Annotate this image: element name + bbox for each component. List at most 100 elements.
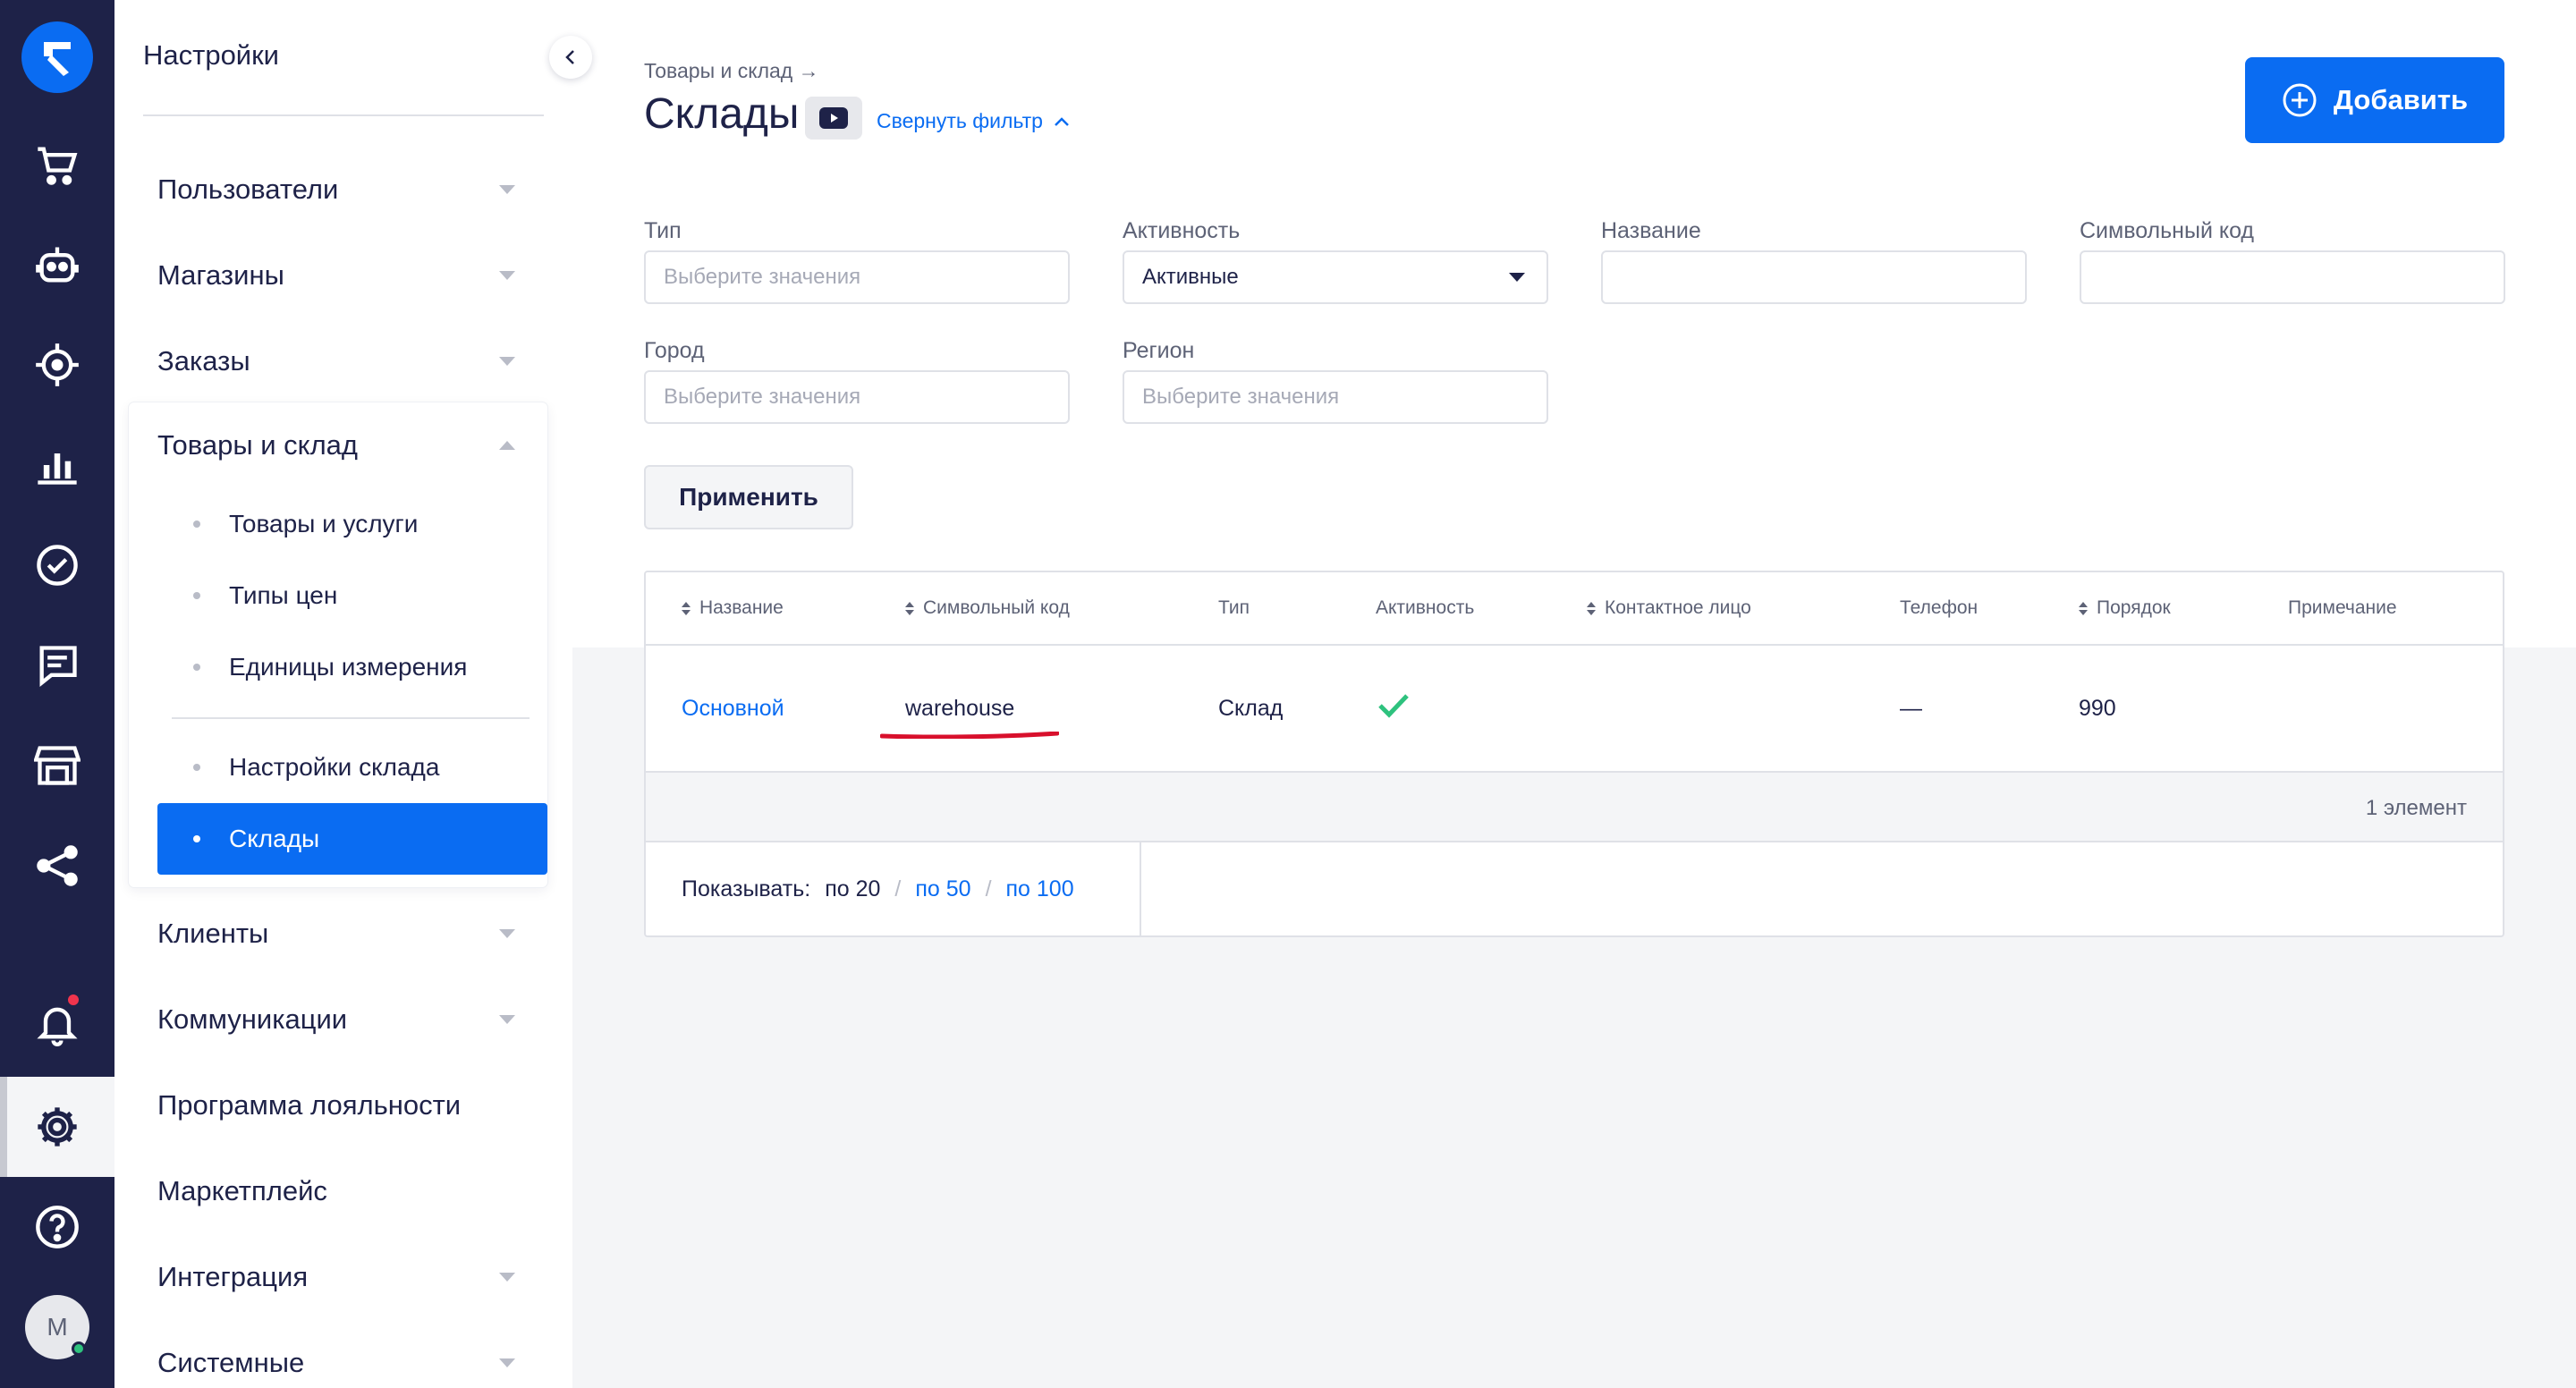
sort-icon xyxy=(1587,601,1596,615)
gear-icon[interactable] xyxy=(0,1077,114,1177)
warehouse-type: Склад xyxy=(1218,696,1284,721)
separator: / xyxy=(894,876,902,901)
bullet-icon xyxy=(193,835,200,842)
sidebar-item-label: Коммуникации xyxy=(157,1003,348,1035)
warehouse-code: warehouse xyxy=(905,696,1015,721)
sidebar-subitem-warehouses[interactable]: Склады xyxy=(157,803,547,875)
sidebar-item-system[interactable]: Системные xyxy=(157,1320,515,1388)
online-status-dot xyxy=(72,1341,86,1356)
sidebar-item-goods[interactable]: Товары и склад xyxy=(157,402,515,488)
filter-name-input[interactable] xyxy=(1601,250,2027,304)
sidebar-subitem-products[interactable]: Товары и услуги xyxy=(157,488,544,560)
chevron-left-icon xyxy=(565,50,574,64)
robot-icon[interactable] xyxy=(0,215,114,315)
breadcrumb[interactable]: Товары и склад → xyxy=(644,59,819,83)
filter-type-input[interactable]: Выберите значения xyxy=(644,250,1070,304)
notification-dot xyxy=(66,993,80,1007)
column-header-contact[interactable]: Контактное лицо xyxy=(1587,597,1751,619)
store-icon[interactable] xyxy=(0,715,114,816)
warehouse-phone: — xyxy=(1900,696,1922,721)
page-size-100-link[interactable]: по 100 xyxy=(1006,876,1074,902)
sidebar-subitem-warehouse-settings[interactable]: Настройки склада xyxy=(157,732,544,803)
sidebar-item-integration[interactable]: Интеграция xyxy=(157,1234,515,1320)
sidebar-subitem-label: Товары и услуги xyxy=(229,510,419,537)
column-header-name[interactable]: Название xyxy=(682,597,784,619)
sidebar-item-label: Пользователи xyxy=(157,174,339,205)
analytics-icon[interactable] xyxy=(0,415,114,515)
filter-region-input[interactable]: Выберите значения xyxy=(1123,370,1548,424)
sidebar-item-label: Магазины xyxy=(157,259,284,291)
chevron-up-icon xyxy=(499,441,515,450)
filter-name-label: Название xyxy=(1601,218,1701,243)
sidebar-item-label: Программа лояльности xyxy=(157,1089,462,1121)
share-icon[interactable] xyxy=(0,816,114,916)
chevron-down-icon xyxy=(499,185,515,194)
filter-type-placeholder: Выберите значения xyxy=(664,265,861,289)
sidebar-subitem-label: Настройки склада xyxy=(229,753,440,781)
task-check-icon[interactable] xyxy=(0,515,114,615)
target-icon[interactable] xyxy=(0,315,114,415)
sidebar-item-label: Клиенты xyxy=(157,918,269,949)
sidebar-subitem-units[interactable]: Единицы измерения xyxy=(157,631,544,703)
sidebar-subitem-price-types[interactable]: Типы цен xyxy=(157,560,544,631)
sidebar-subitem-label: Единицы измерения xyxy=(229,653,468,681)
sidebar-item-orders[interactable]: Заказы xyxy=(157,318,515,404)
column-header-phone: Телефон xyxy=(1900,597,1978,619)
warehouse-name-link[interactable]: Основной xyxy=(682,696,784,722)
chevron-down-icon xyxy=(499,1358,515,1367)
sidebar-item-marketplace[interactable]: Маркетплейс xyxy=(157,1148,515,1234)
filter-activity-select[interactable]: Активные xyxy=(1123,250,1548,304)
page-size-selector: Показывать: по 20 / по 50 / по 100 xyxy=(682,876,1074,902)
column-header-label: Примечание xyxy=(2288,597,2397,618)
filter-city-placeholder: Выберите значения xyxy=(664,385,861,409)
icon-rail: M xyxy=(0,0,114,1388)
filter-activity-value: Активные xyxy=(1142,265,1239,289)
column-header-order[interactable]: Порядок xyxy=(2079,597,2171,619)
sidebar-item-shops[interactable]: Магазины xyxy=(157,233,515,318)
filter-code-input[interactable] xyxy=(2080,250,2505,304)
sidebar-item-label: Заказы xyxy=(157,345,250,377)
sidebar-group-divider xyxy=(172,717,530,719)
filter-activity-label: Активность xyxy=(1123,218,1241,243)
bell-icon[interactable] xyxy=(0,973,114,1073)
items-count: 1 элемент xyxy=(2365,796,2467,820)
sidebar-item-communications[interactable]: Коммуникации xyxy=(157,977,515,1062)
video-help-button[interactable] xyxy=(805,97,862,140)
logo-icon[interactable] xyxy=(21,21,93,93)
sidebar-item-users[interactable]: Пользователи xyxy=(157,147,515,233)
avatar-initial: M xyxy=(47,1313,68,1341)
column-header-code[interactable]: Символьный код xyxy=(905,597,1070,619)
sidebar-subitem-label: Типы цен xyxy=(229,581,338,609)
sort-icon xyxy=(905,601,914,615)
bullet-icon xyxy=(193,664,200,671)
page-size-50-link[interactable]: по 50 xyxy=(915,876,970,902)
help-icon[interactable] xyxy=(0,1177,114,1277)
table-footer: 1 элемент xyxy=(646,771,2503,842)
table-header-divider xyxy=(646,644,2503,646)
filter-city-label: Город xyxy=(644,338,705,363)
filter-city-input[interactable]: Выберите значения xyxy=(644,370,1070,424)
chat-icon[interactable] xyxy=(0,615,114,715)
collapse-filter-link[interactable]: Свернуть фильтр xyxy=(877,109,1070,133)
filter-type-label: Тип xyxy=(644,218,682,243)
chevron-down-icon xyxy=(499,1273,515,1282)
sidebar-item-label: Товары и склад xyxy=(157,429,359,461)
sidebar-item-loyalty[interactable]: Программа лояльности xyxy=(157,1062,515,1148)
column-header-label: Тип xyxy=(1218,597,1250,618)
cart-icon[interactable] xyxy=(0,114,114,215)
youtube-icon xyxy=(819,107,848,129)
sidebar-collapse-button[interactable] xyxy=(549,36,592,79)
add-button[interactable]: Добавить xyxy=(2245,57,2504,143)
chevron-down-icon xyxy=(499,357,515,366)
add-button-label: Добавить xyxy=(2333,84,2469,115)
pager-divider xyxy=(1140,842,1141,935)
settings-sidebar: Настройки Пользователи Магазины Заказы Т… xyxy=(114,0,572,1388)
filter-region-placeholder: Выберите значения xyxy=(1142,385,1340,409)
column-header-activity: Активность xyxy=(1376,597,1474,619)
bullet-icon xyxy=(193,764,200,771)
apply-filter-button[interactable]: Применить xyxy=(644,465,853,529)
check-icon xyxy=(1378,694,1409,718)
page-title: Склады xyxy=(644,90,800,138)
sort-icon xyxy=(2079,601,2088,615)
sidebar-item-clients[interactable]: Клиенты xyxy=(157,891,515,977)
